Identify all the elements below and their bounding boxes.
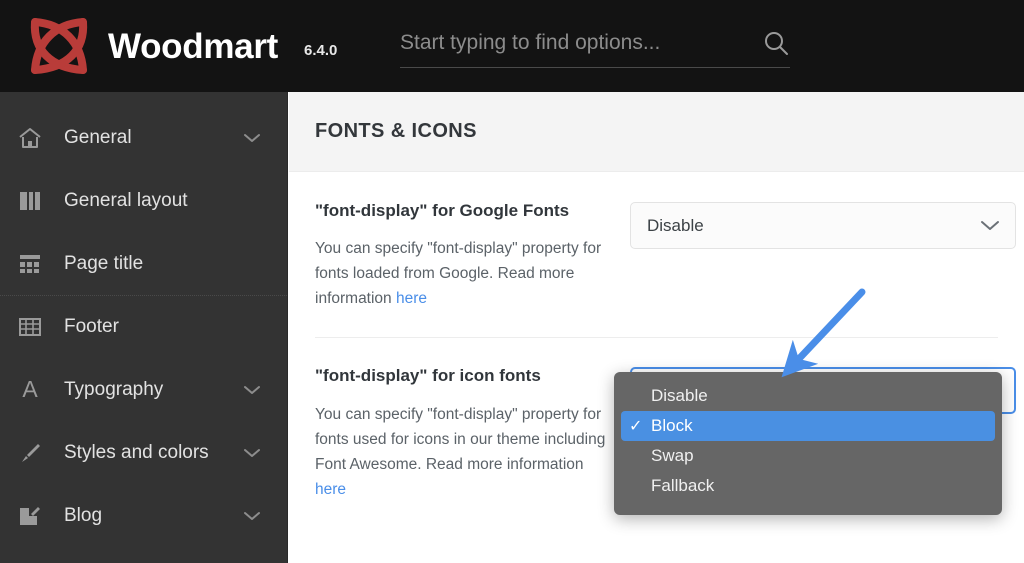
setting-description-text: You can specify "font-display" property … — [315, 240, 602, 308]
dropdown-option-fallback[interactable]: Fallback — [621, 471, 995, 501]
font-display-google-fonts-select[interactable]: Disable — [630, 202, 1016, 249]
woodmart-logo-icon — [14, 0, 104, 92]
dropdown-option-block[interactable]: ✓ Block — [621, 411, 995, 441]
font-display-icon-fonts-dropdown[interactable]: Disable ✓ Block Swap Fallback — [614, 372, 1002, 515]
chevron-down-icon[interactable] — [239, 377, 265, 403]
sidebar-item-label: Footer — [64, 316, 119, 337]
footer-icon — [14, 314, 46, 340]
sidebar-item-label: Styles and colors — [64, 442, 209, 463]
sidebar-item-label: Page title — [64, 253, 144, 274]
read-more-link[interactable]: here — [315, 481, 346, 498]
pencil-edit-icon — [14, 503, 46, 529]
dropdown-option-label: Fallback — [651, 476, 715, 495]
chevron-down-icon[interactable] — [239, 440, 265, 466]
top-bar: Woodmart 6.4.0 — [0, 0, 1024, 92]
section-header: FONTS & ICONS — [289, 92, 1024, 172]
sidebar: General General layout Page title Footer… — [0, 92, 288, 563]
setting-label: "font-display" for icon fonts — [315, 366, 541, 386]
chevron-down-icon[interactable] — [239, 125, 265, 151]
sidebar-item-footer[interactable]: Footer — [0, 295, 287, 358]
chevron-down-icon[interactable] — [979, 215, 1001, 237]
theme-options-window: Woodmart 6.4.0 General — [0, 0, 1024, 563]
brand-version: 6.4.0 — [304, 42, 338, 59]
dropdown-option-disable[interactable]: Disable — [621, 381, 995, 411]
setting-left-column: "font-display" for Google Fonts You can … — [315, 200, 630, 311]
layout-icon — [14, 188, 46, 214]
sidebar-item-label: General layout — [64, 190, 188, 211]
chevron-down-icon[interactable] — [239, 503, 265, 529]
page-title-icon — [14, 251, 46, 277]
setting-left-column: "font-display" for icon fonts You can sp… — [315, 365, 630, 502]
dropdown-option-label: Block — [651, 416, 693, 435]
search-icon[interactable] — [762, 29, 790, 57]
read-more-link[interactable]: here — [396, 290, 427, 307]
sidebar-item-typography[interactable]: A Typography — [0, 358, 287, 421]
sidebar-item-general-layout[interactable]: General layout — [0, 169, 287, 232]
search-input[interactable] — [400, 30, 762, 61]
setting-row: "font-display" for Google Fonts You can … — [289, 172, 1024, 337]
sidebar-item-blog[interactable]: Blog — [0, 484, 287, 547]
dropdown-option-label: Disable — [651, 386, 708, 405]
setting-description: You can specify "font-display" property … — [315, 402, 616, 502]
sidebar-item-label: Blog — [64, 505, 103, 526]
setting-description: You can specify "font-display" property … — [315, 236, 616, 311]
brand-name: Woodmart — [108, 26, 279, 66]
select-value: Disable — [647, 215, 704, 235]
setting-description-text: You can specify "font-display" property … — [315, 405, 606, 473]
home-icon — [14, 125, 46, 151]
setting-right-column: Disable — [630, 200, 1016, 311]
sidebar-item-general[interactable]: General — [0, 106, 287, 169]
search-box[interactable] — [400, 24, 790, 68]
dropdown-option-label: Swap — [651, 446, 694, 465]
page-title: FONTS & ICONS — [315, 120, 477, 142]
setting-label: "font-display" for Google Fonts — [315, 201, 570, 220]
dropdown-option-swap[interactable]: Swap — [621, 441, 995, 471]
brush-icon — [14, 440, 46, 466]
sidebar-item-styles-and-colors[interactable]: Styles and colors — [0, 421, 287, 484]
sidebar-item-label: General — [64, 127, 132, 148]
sidebar-item-page-title[interactable]: Page title — [0, 232, 287, 295]
checkmark-icon: ✓ — [629, 418, 643, 435]
letter-a-icon: A — [22, 376, 38, 402]
sidebar-item-label: Typography — [64, 379, 164, 400]
